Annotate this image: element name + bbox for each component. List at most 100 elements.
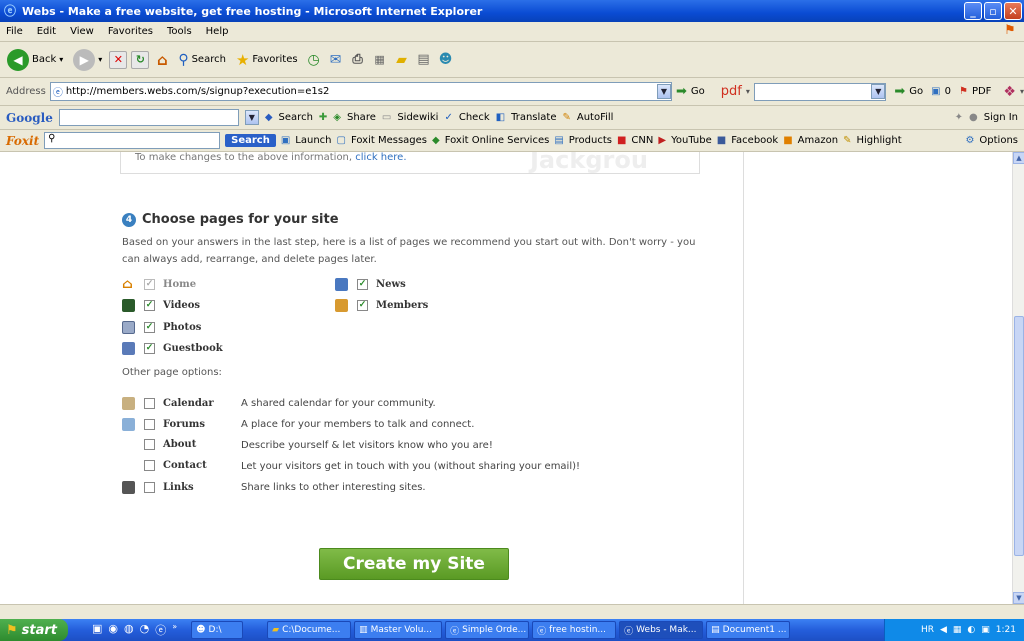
pdf-go-arrow-icon[interactable]: ➡ — [894, 84, 905, 99]
address-dropdown-icon[interactable]: ▼ — [656, 84, 671, 99]
google-search-dropdown-icon[interactable]: ▼ — [244, 110, 259, 125]
tray-security-icon[interactable]: ▣ — [981, 625, 990, 635]
google-share-button[interactable]: Share — [347, 112, 376, 123]
taskbar-item-documents[interactable]: ▰ C:\Docume... — [267, 621, 352, 639]
videos-checkbox[interactable]: ✓ — [144, 300, 155, 311]
page-option-members[interactable]: ✓ Members — [335, 299, 428, 312]
forward-dropdown-icon[interactable]: ▾ — [98, 55, 102, 64]
taskbar-item-webs[interactable]: ⓔ Webs - Mak... — [619, 621, 704, 639]
menu-edit[interactable]: Edit — [37, 26, 56, 37]
clock[interactable]: 1:21 — [996, 625, 1016, 635]
page-option-photos[interactable]: ✓ Photos — [122, 321, 201, 334]
search-button[interactable]: ⚲ Search — [175, 52, 229, 68]
tray-network-icon[interactable]: ▦ — [953, 625, 962, 635]
scroll-thumb[interactable] — [1014, 316, 1024, 556]
pdf-search-input[interactable]: ▼ — [753, 82, 887, 101]
contact-checkbox[interactable] — [144, 460, 155, 471]
menu-view[interactable]: View — [70, 26, 94, 37]
foxit-services-button[interactable]: Foxit Online Services — [445, 135, 550, 146]
pdf-go-button[interactable]: Go — [909, 86, 923, 97]
page-option-news[interactable]: ✓ News — [335, 278, 406, 291]
mail-icon[interactable]: ✉ — [327, 51, 345, 69]
google-search-input[interactable] — [58, 109, 239, 126]
amazon-button[interactable]: Amazon — [798, 135, 838, 146]
create-site-button[interactable]: Create my Site — [319, 548, 509, 580]
language-indicator[interactable]: HR — [921, 625, 934, 635]
page-option-links[interactable]: Links — [122, 481, 194, 494]
address-input[interactable]: ⓔ http://members.webs.com/s/signup?execu… — [49, 82, 672, 101]
menu-tools[interactable]: Tools — [167, 26, 192, 37]
guestbook-checkbox[interactable]: ✓ — [144, 343, 155, 354]
page-option-contact[interactable]: Contact — [144, 460, 207, 471]
pdf-button[interactable]: PDF — [972, 86, 991, 97]
quicklaunch-browser-icon[interactable]: ◍ — [124, 622, 134, 638]
minimize-button[interactable]: _ — [964, 2, 982, 20]
menu-file[interactable]: File — [6, 26, 23, 37]
pdf-dropdown-icon[interactable]: ▾ — [746, 87, 750, 96]
home-icon[interactable]: ⌂ — [153, 51, 171, 69]
taskbar-item-master-volume[interactable]: ▥ Master Volu... — [354, 621, 443, 639]
members-checkbox[interactable]: ✓ — [357, 300, 368, 311]
links-checkbox[interactable] — [144, 482, 155, 493]
foxit-search-button[interactable]: Search — [225, 134, 276, 147]
stop-icon[interactable]: ✕ — [109, 50, 128, 69]
taskbar-item-document1[interactable]: ▤ Document1 ... — [706, 621, 791, 639]
foxit-messages-button[interactable]: Foxit Messages — [351, 135, 427, 146]
home-checkbox[interactable]: ✓ — [144, 279, 155, 290]
quicklaunch-ie-icon[interactable]: ⓔ — [155, 622, 166, 638]
highlight-button[interactable]: Highlight — [856, 135, 901, 146]
research-icon[interactable]: ▤ — [415, 51, 433, 69]
extension-dropdown-icon[interactable]: ▾ — [1020, 87, 1024, 96]
go-arrow-icon[interactable]: ➡ — [676, 84, 687, 99]
scroll-up-icon[interactable]: ▲ — [1013, 152, 1024, 164]
facebook-button[interactable]: Facebook — [731, 135, 778, 146]
pdf-search-dropdown-icon[interactable]: ▼ — [871, 83, 886, 99]
about-checkbox[interactable] — [144, 439, 155, 450]
news-checkbox[interactable]: ✓ — [357, 279, 368, 290]
window-titlebar[interactable]: ⓔ Webs - Make a free website, get free h… — [0, 0, 1024, 22]
autofill-button[interactable]: AutoFill — [577, 112, 614, 123]
cnn-button[interactable]: CNN — [631, 135, 653, 146]
folder-icon[interactable]: ▰ — [393, 51, 411, 69]
quicklaunch-firefox-icon[interactable]: ◔ — [140, 622, 150, 638]
sidewiki-button[interactable]: Sidewiki — [397, 112, 438, 123]
history-icon[interactable]: ◷ — [305, 51, 323, 69]
favorites-button[interactable]: ★ Favorites — [233, 51, 301, 69]
calendar-checkbox[interactable] — [144, 398, 155, 409]
extension-icon[interactable]: ❖ — [1003, 84, 1016, 100]
translate-button[interactable]: Translate — [511, 112, 556, 123]
page-option-home[interactable]: ⌂ ✓ Home — [122, 278, 196, 291]
forward-button[interactable]: ▶ ▾ — [70, 48, 105, 71]
back-dropdown-icon[interactable]: ▾ — [59, 55, 63, 64]
maximize-button[interactable]: ▫ — [984, 2, 1002, 20]
note-link[interactable]: click here. — [355, 152, 406, 163]
pdf-convert-icon[interactable]: ▣ — [931, 86, 940, 97]
quicklaunch-media-icon[interactable]: ◉ — [108, 622, 118, 638]
google-search-button[interactable]: Search — [279, 112, 313, 123]
pdf-icon[interactable]: ⚑ — [959, 86, 968, 97]
pdf-dropdown-label[interactable]: pdf — [721, 84, 742, 99]
wrench-icon[interactable]: ✦ — [955, 112, 963, 123]
options-button[interactable]: Options — [979, 135, 1018, 146]
google-plus-icon[interactable]: ✚ — [319, 112, 327, 123]
taskbar-item-free-hosting[interactable]: ⓔ free hostin... — [532, 621, 617, 639]
menu-help[interactable]: Help — [206, 26, 229, 37]
start-button[interactable]: ⚑ start — [0, 619, 68, 641]
menu-favorites[interactable]: Favorites — [108, 26, 153, 37]
taskbar-item-simple-order[interactable]: ⓔ Simple Orde... — [445, 621, 530, 639]
check-button[interactable]: Check — [459, 112, 490, 123]
quicklaunch-more-icon[interactable]: » — [172, 622, 177, 638]
close-button[interactable]: ✕ — [1004, 2, 1022, 20]
page-option-videos[interactable]: ✓ Videos — [122, 299, 200, 312]
go-button[interactable]: Go — [691, 86, 705, 97]
refresh-icon[interactable]: ↻ — [131, 50, 150, 69]
print-icon[interactable]: ⎙ — [349, 51, 367, 69]
back-button[interactable]: ◀ Back ▾ — [4, 48, 66, 71]
tray-volume-icon[interactable]: ◐ — [967, 625, 975, 635]
quicklaunch-app-icon[interactable]: ▣ — [92, 622, 102, 638]
photos-checkbox[interactable]: ✓ — [144, 322, 155, 333]
tray-expand-icon[interactable]: ◀ — [940, 625, 947, 635]
page-option-calendar[interactable]: Calendar — [122, 397, 214, 410]
page-option-forums[interactable]: Forums — [122, 418, 205, 431]
taskbar-item-drive-d[interactable]: ☻ D:\ — [191, 621, 244, 639]
